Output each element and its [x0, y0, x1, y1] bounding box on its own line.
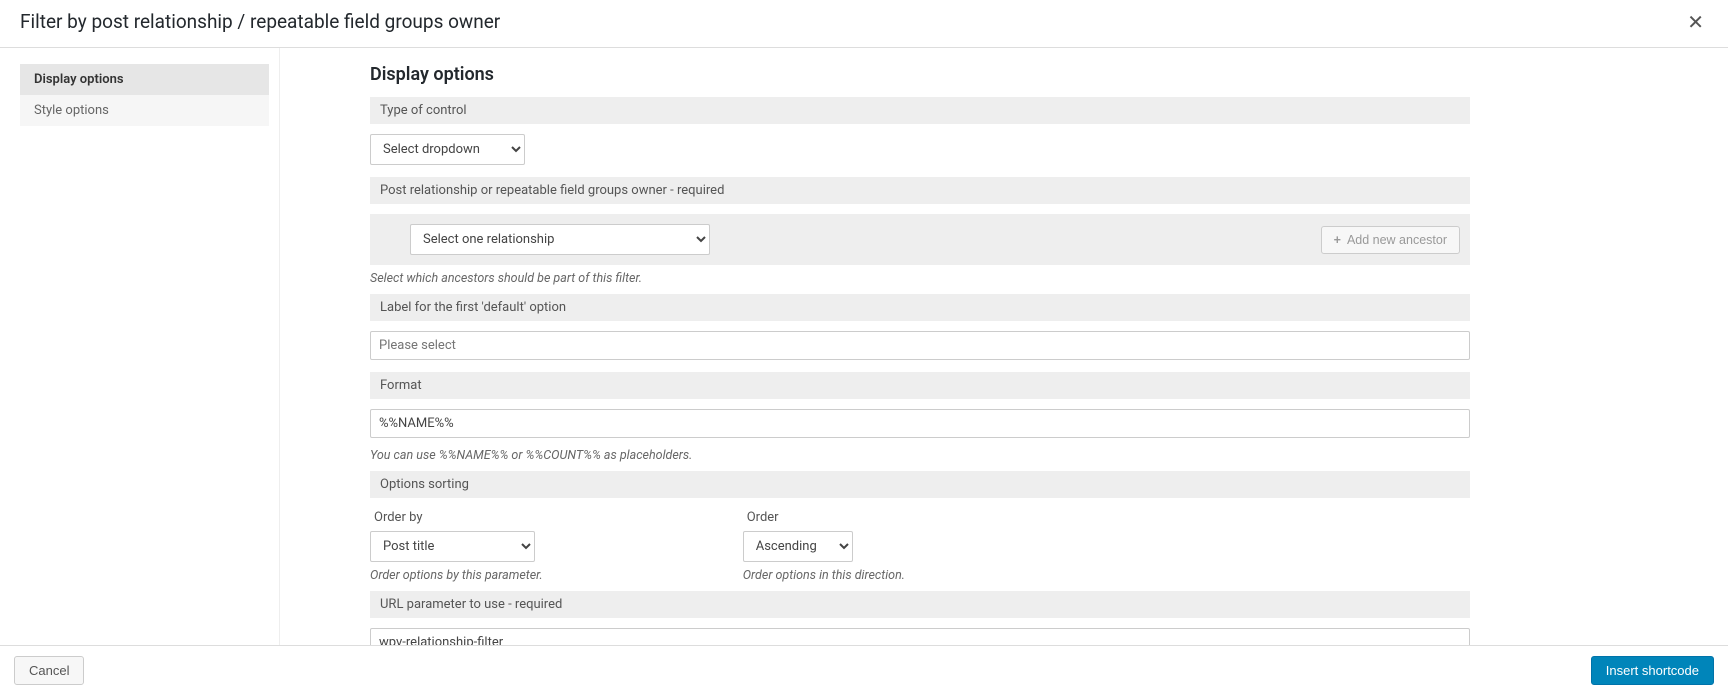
add-ancestor-button[interactable]: + Add new ancestor	[1321, 226, 1460, 254]
main-panel: Display options Type of control Select d…	[280, 48, 1510, 645]
order-hint: Order options in this direction.	[743, 568, 905, 583]
type-of-control-select[interactable]: Select dropdown	[370, 134, 525, 165]
sidebar: Display options Style options	[0, 48, 280, 645]
section-label-sorting: Options sorting	[370, 471, 1470, 498]
section-label-relationship: Post relationship or repeatable field gr…	[370, 177, 1470, 204]
dialog-title: Filter by post relationship / repeatable…	[20, 10, 500, 33]
tab-style-options[interactable]: Style options	[20, 95, 269, 126]
dialog-header: Filter by post relationship / repeatable…	[0, 0, 1728, 48]
order-label: Order	[743, 510, 905, 525]
format-input[interactable]	[370, 409, 1470, 438]
close-icon[interactable]: ✕	[1683, 12, 1708, 32]
cancel-button[interactable]: Cancel	[14, 656, 84, 685]
orderby-hint: Order options by this parameter.	[370, 568, 543, 583]
button-label: Add new ancestor	[1347, 233, 1447, 247]
section-label-default: Label for the first 'default' option	[370, 294, 1470, 321]
dialog: Filter by post relationship / repeatable…	[0, 0, 1728, 695]
dialog-footer: Cancel Insert shortcode	[0, 645, 1728, 695]
insert-shortcode-button[interactable]: Insert shortcode	[1591, 656, 1714, 685]
order-select[interactable]: Ascending	[743, 531, 853, 562]
dialog-body: Display options Style options Display op…	[0, 48, 1728, 645]
section-label-type: Type of control	[370, 97, 1470, 124]
tab-label: Style options	[34, 103, 109, 118]
tab-display-options[interactable]: Display options	[20, 64, 269, 95]
relationship-hint: Select which ancestors should be part of…	[370, 271, 1470, 286]
format-hint: You can use %%NAME%% or %%COUNT%% as pla…	[370, 448, 1470, 463]
orderby-column: Order by Post title Order options by thi…	[370, 510, 543, 583]
plus-icon: +	[1334, 233, 1341, 247]
main-heading: Display options	[370, 64, 1470, 85]
orderby-label: Order by	[370, 510, 543, 525]
section-label-urlparam: URL parameter to use - required	[370, 591, 1470, 618]
url-param-input[interactable]	[370, 628, 1470, 645]
tab-label: Display options	[34, 72, 124, 87]
default-label-input[interactable]	[370, 331, 1470, 360]
relationship-row: Select one relationship + Add new ancest…	[370, 214, 1470, 265]
section-label-format: Format	[370, 372, 1470, 399]
orderby-select[interactable]: Post title	[370, 531, 535, 562]
sorting-row: Order by Post title Order options by thi…	[370, 498, 1470, 583]
relationship-select[interactable]: Select one relationship	[410, 224, 710, 255]
order-column: Order Ascending Order options in this di…	[743, 510, 905, 583]
